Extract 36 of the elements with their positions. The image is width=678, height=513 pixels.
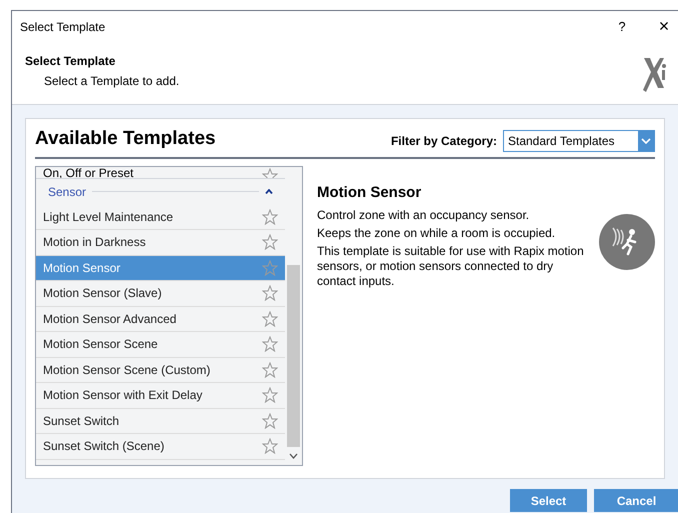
running-person-icon xyxy=(599,214,655,270)
star-icon[interactable] xyxy=(262,387,278,404)
star-icon[interactable] xyxy=(262,336,278,352)
detail-title: Motion Sensor xyxy=(317,182,422,202)
panel-title: Available Templates xyxy=(35,127,217,151)
star-icon[interactable] xyxy=(262,208,278,225)
header-title: Select Template xyxy=(25,53,116,70)
description-text: This template is suitable for use with Rapix motion sensors, or motion sensors connected to dry contact inputs. xyxy=(317,244,585,289)
star-icon[interactable] xyxy=(262,285,278,302)
help-button[interactable]: ? xyxy=(610,16,634,36)
list-item[interactable]: Sunset Switch (Scene) xyxy=(36,434,285,460)
chevron-down-icon[interactable] xyxy=(289,452,298,458)
group-header: Sensor xyxy=(48,184,86,200)
list-item[interactable]: Motion Sensor with Exit Delay xyxy=(36,383,285,408)
scrollbar-thumb[interactable] xyxy=(287,264,300,446)
list-item[interactable]: Light Level Maintenance xyxy=(36,204,285,230)
close-button[interactable]: × xyxy=(652,13,676,40)
category-dropdown[interactable]: Standard Templates xyxy=(503,130,655,152)
star-icon[interactable] xyxy=(262,260,278,276)
header-subtitle: Select a Template to add. xyxy=(43,73,180,90)
filter-label: Filter by Category: xyxy=(390,132,497,150)
description-text: Control zone with an occupancy sensor. xyxy=(317,208,530,223)
list-item[interactable]: Motion Sensor Scene (Custom) xyxy=(36,358,285,383)
star-icon[interactable] xyxy=(262,438,278,454)
list-item[interactable]: Motion Sensor (Slave) xyxy=(36,281,285,306)
list-item[interactable]: Motion Sensor Scene xyxy=(36,332,285,358)
list-item[interactable]: Sunset Switch xyxy=(36,408,285,434)
star-icon[interactable] xyxy=(262,412,278,429)
star-icon[interactable] xyxy=(262,362,278,378)
list-item[interactable]: Motion Sensor Advanced xyxy=(36,306,285,332)
chevron-down-icon xyxy=(641,138,651,144)
star-icon[interactable] xyxy=(262,310,278,327)
window-title: Select Template xyxy=(20,18,106,36)
chevron-up-icon[interactable] xyxy=(265,189,273,194)
description-text: Keeps the zone on while a room is occupied. xyxy=(317,226,556,241)
star-icon[interactable] xyxy=(262,234,278,250)
